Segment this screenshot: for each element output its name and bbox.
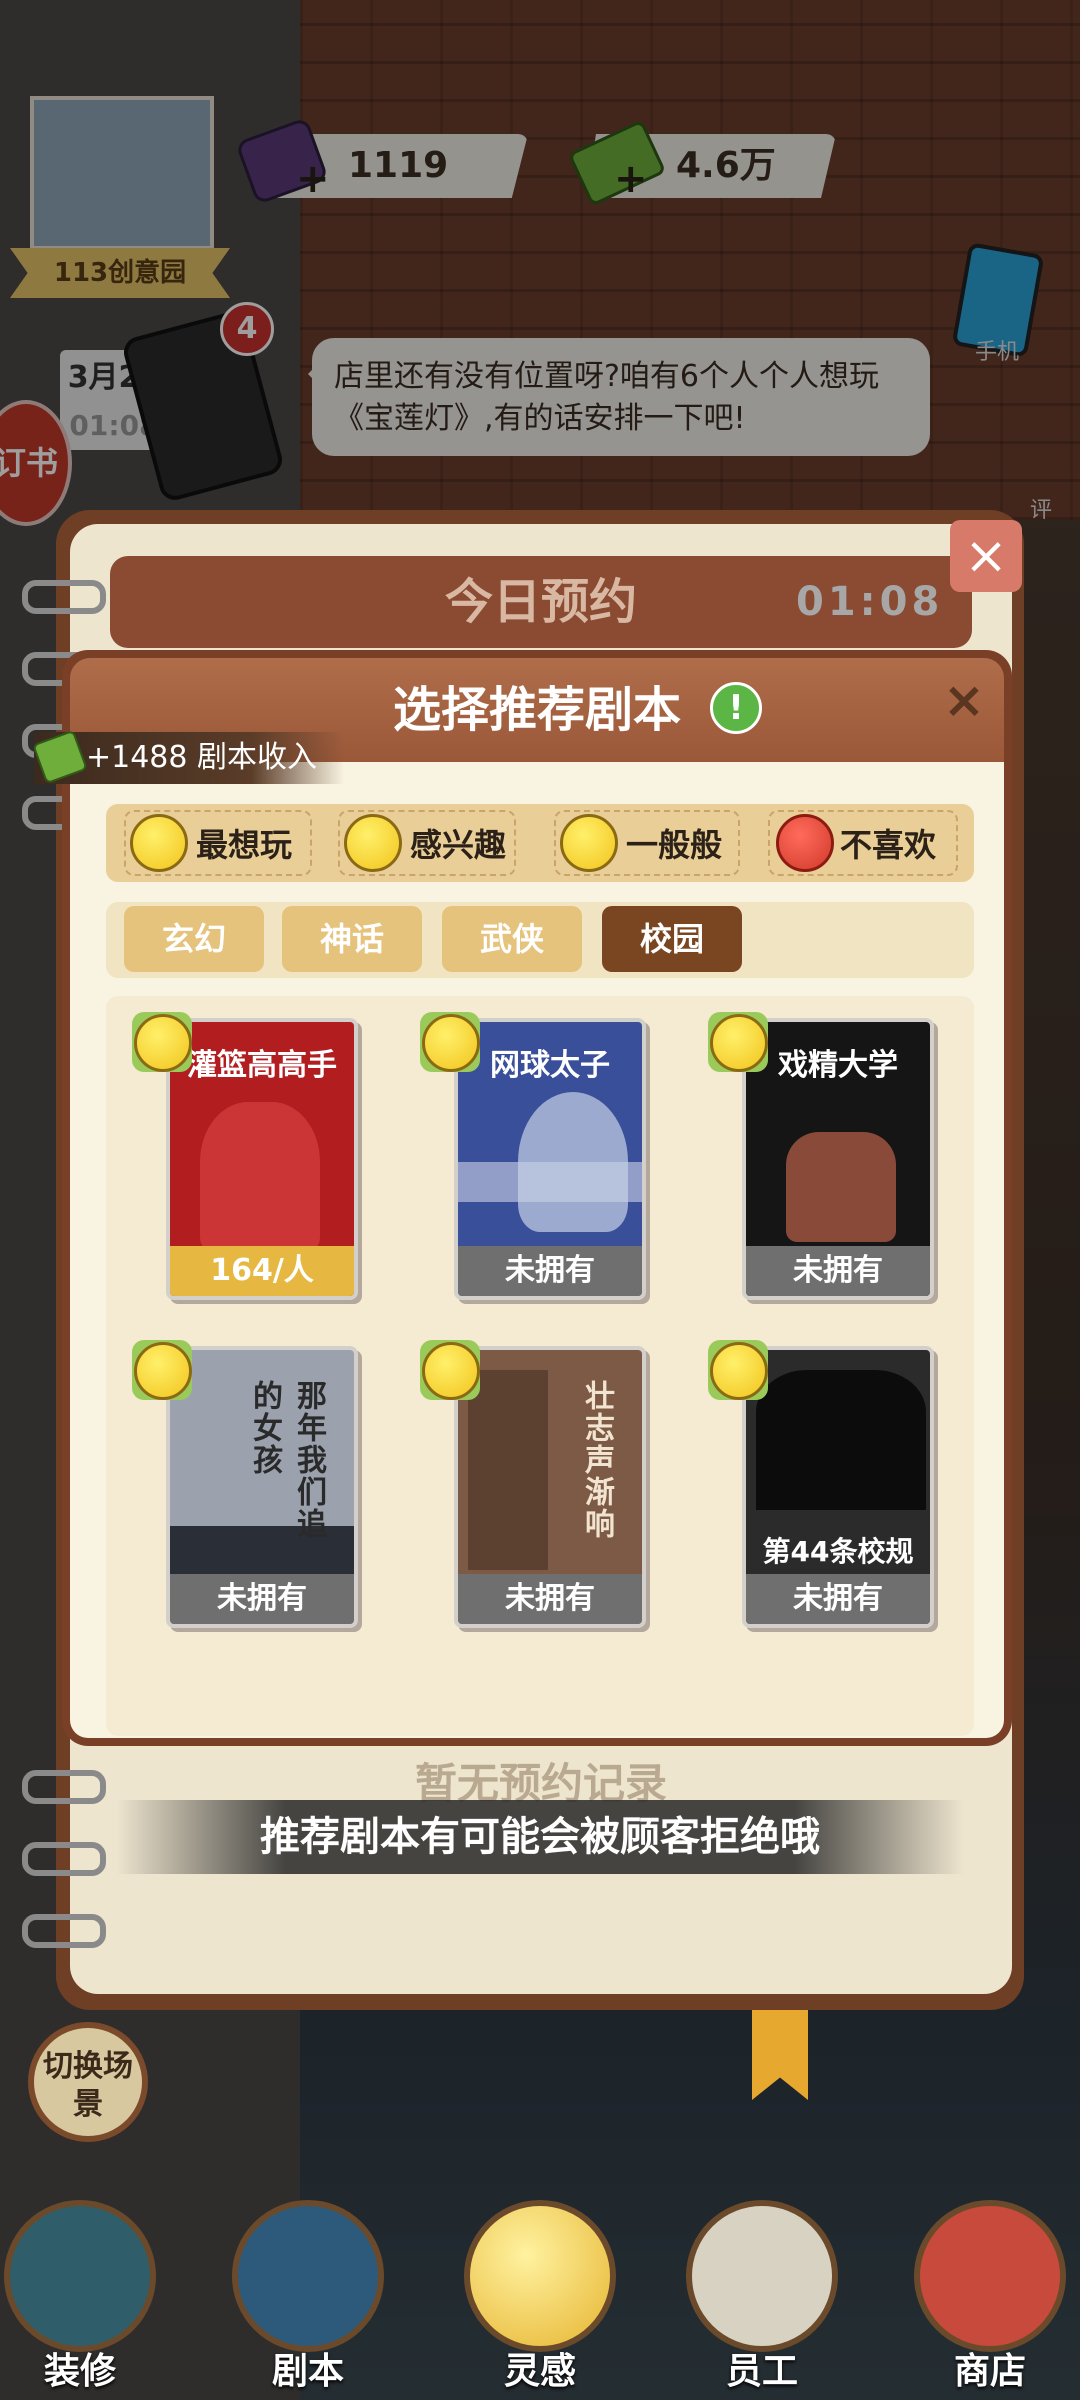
tab-fantasy[interactable]: 玄幻 — [124, 906, 264, 972]
nav-inspiration[interactable]: 灵感 — [460, 2200, 620, 2392]
script-card-tennis-prince[interactable]: 网球太子 未拥有 — [454, 1018, 646, 1300]
smiling-face-icon — [710, 1014, 768, 1072]
script-status: 未拥有 — [458, 1246, 642, 1296]
nav-label: 商店 — [953, 2351, 1026, 2392]
info-icon[interactable]: ! — [710, 682, 762, 734]
smiling-face-icon — [422, 1014, 480, 1072]
script-title: 那年我们追的女孩 — [247, 1380, 326, 1540]
nav-staff[interactable]: 员工 — [682, 2200, 842, 2392]
hint-text: 推荐剧本有可能会被顾客拒绝哦 — [260, 1814, 820, 1860]
notebook-time: 01:08 — [796, 579, 944, 625]
tab-wuxia[interactable]: 武侠 — [442, 906, 582, 972]
tab-mythology[interactable]: 神话 — [282, 906, 422, 972]
nav-label: 装修 — [43, 2351, 116, 2392]
nav-scripts[interactable]: 剧本 — [228, 2200, 388, 2392]
dialog-close-button[interactable]: × — [938, 674, 990, 726]
tab-campus[interactable]: 校园 — [602, 906, 742, 972]
nav-decorate[interactable]: 装修 — [0, 2200, 160, 2392]
angry-face-icon — [776, 814, 834, 872]
script-status: 未拥有 — [458, 1574, 642, 1624]
book-icon — [232, 2200, 384, 2352]
neutral-face-icon — [560, 814, 618, 872]
script-status: 未拥有 — [746, 1574, 930, 1624]
badge-icon — [686, 2200, 838, 2352]
notebook-rings-bottom — [22, 1770, 106, 1986]
nav-label: 灵感 — [503, 2351, 576, 2392]
smiling-face-icon — [344, 814, 402, 872]
script-status: 未拥有 — [746, 1246, 930, 1296]
nav-label: 员工 — [725, 2351, 798, 2392]
pref-label: 不喜欢 — [840, 826, 937, 864]
shop-icon — [914, 2200, 1066, 2352]
script-title: 网球太子 — [490, 1048, 610, 1083]
script-card-girl-we-chased[interactable]: 那年我们追的女孩 未拥有 — [166, 1346, 358, 1628]
script-price: 164/人 — [170, 1246, 354, 1296]
script-title: 灌篮高高手 — [187, 1048, 337, 1083]
pref-label: 一般般 — [626, 826, 723, 864]
script-card-slam-dunk[interactable]: 灌篮高高手 164/人 — [166, 1018, 358, 1300]
smiling-face-icon — [134, 1342, 192, 1400]
pref-label: 最想玩 — [196, 826, 293, 864]
hint-toast: 推荐剧本有可能会被顾客拒绝哦 — [116, 1800, 964, 1874]
script-card-rule-44[interactable]: 第44条校规 未拥有 — [742, 1346, 934, 1628]
script-title: 壮志声渐响 — [579, 1380, 614, 1540]
nav-shop[interactable]: 商店 — [910, 2200, 1070, 2392]
pref-label: 感兴趣 — [410, 826, 507, 864]
laughing-face-icon — [130, 814, 188, 872]
income-text: +1488 剧本收入 — [86, 740, 318, 775]
house-icon — [4, 2200, 156, 2352]
script-status: 未拥有 — [170, 1574, 354, 1624]
switch-scene-button[interactable]: 切换场景 — [28, 2022, 148, 2142]
lightbulb-icon — [464, 2200, 616, 2352]
smiling-face-icon — [134, 1014, 192, 1072]
notebook-close-button[interactable]: × — [950, 520, 1022, 592]
smiling-face-icon — [710, 1342, 768, 1400]
script-card-ambition[interactable]: 壮志声渐响 未拥有 — [454, 1346, 646, 1628]
script-title: 第44条校规 — [762, 1535, 914, 1568]
script-title: 戏精大学 — [778, 1048, 898, 1083]
smiling-face-icon — [422, 1342, 480, 1400]
nav-label: 剧本 — [271, 2351, 344, 2392]
script-card-drama-university[interactable]: 戏精大学 未拥有 — [742, 1018, 934, 1300]
